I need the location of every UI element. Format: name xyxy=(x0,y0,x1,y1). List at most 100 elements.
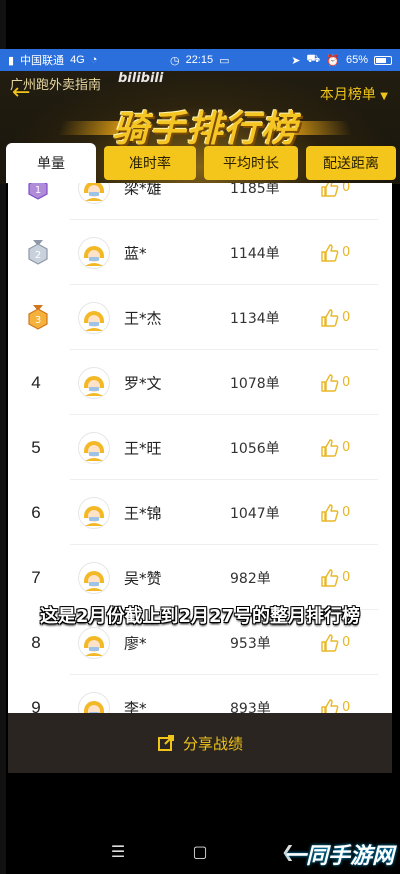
rank-number: 7 xyxy=(31,567,41,587)
notification-icon: ▭ xyxy=(219,54,230,67)
home-icon[interactable]: ▢ xyxy=(188,842,212,861)
like-button[interactable]: 0 xyxy=(320,438,350,458)
rank-number: 9 xyxy=(31,697,41,714)
wifi-icon: ◔ xyxy=(90,54,98,66)
table-row: 6 王*锦 1047单 0 xyxy=(8,480,392,545)
rider-name: 吴*赞 xyxy=(124,569,162,587)
like-button[interactable]: 0 xyxy=(320,308,350,328)
dropdown-caret-icon: ▼ xyxy=(380,91,388,102)
carrier-label: 中国联通 xyxy=(20,55,65,67)
like-count: 0 xyxy=(342,183,351,195)
order-count: 982单 xyxy=(230,570,271,587)
order-count: 1144单 xyxy=(230,245,280,262)
like-button[interactable]: 0 xyxy=(320,183,350,198)
medal-rank-number: 3 xyxy=(35,315,41,326)
tab-label: 准时率 xyxy=(129,156,171,172)
table-row: 1 梁*雄 1185单 0 xyxy=(8,183,392,220)
thumbs-up-icon xyxy=(321,308,339,327)
order-count: 893单 xyxy=(230,700,271,714)
like-count: 0 xyxy=(342,375,351,390)
thumbs-up-icon xyxy=(321,373,339,392)
tab-average-duration[interactable]: 平均时长 xyxy=(204,146,298,180)
like-button[interactable]: 0 xyxy=(320,243,350,263)
leaderboard-list[interactable]: 1 梁*雄 1185单 0 2 蓝* 1144单 0 3 王*杰 1134单 0 4 罗*文 1078单 0 5… xyxy=(8,183,392,713)
table-row: 5 王*旺 1056单 0 xyxy=(8,415,392,480)
order-count: 1056单 xyxy=(230,440,280,457)
thumbs-up-icon xyxy=(321,183,339,197)
rank-number: 4 xyxy=(31,372,41,392)
order-count: 1134单 xyxy=(230,310,280,327)
table-row: 4 罗*文 1078单 0 xyxy=(8,350,392,415)
rider-name: 王*锦 xyxy=(124,504,162,522)
rider-avatar xyxy=(78,431,110,464)
status-bar: ▮ 中国联通 4G ◔ ◷ 22:15 ▭ ➤ ⛟ ⏰ 65% xyxy=(0,49,400,71)
like-count: 0 xyxy=(342,700,351,713)
rank-number: 6 xyxy=(31,502,41,522)
rider-name: 王*杰 xyxy=(124,309,162,327)
clock-icon: ◷ xyxy=(170,54,180,67)
signal-icon: ▮ xyxy=(8,54,15,67)
like-count: 0 xyxy=(342,310,351,325)
rider-name: 廖* xyxy=(124,634,147,652)
rider-name: 罗*文 xyxy=(124,374,162,392)
rider-avatar xyxy=(78,301,110,334)
rider-name: 王*旺 xyxy=(124,439,162,457)
ranking-tabs: 单量 准时率 平均时长 配送距离 xyxy=(6,143,396,183)
thumbs-up-icon xyxy=(321,243,339,262)
order-count: 1078单 xyxy=(230,375,280,392)
bilibili-watermark-logo: bilibili xyxy=(118,71,164,86)
rider-name: 梁*雄 xyxy=(124,183,162,197)
table-row: 2 蓝* 1144单 0 xyxy=(8,220,392,285)
rider-avatar xyxy=(78,183,110,204)
tab-label: 平均时长 xyxy=(223,156,279,172)
location-icon: ➤ xyxy=(291,54,301,67)
table-row: 7 吴*赞 982单 0 xyxy=(8,545,392,610)
table-row: 3 王*杰 1134单 0 xyxy=(8,285,392,350)
order-count: 1047单 xyxy=(230,505,280,522)
like-button[interactable]: 0 xyxy=(320,503,350,523)
rank-number: 8 xyxy=(31,632,41,652)
rider-avatar xyxy=(78,236,110,269)
alarm-icon: ⏰ xyxy=(326,54,340,67)
tab-label: 配送距离 xyxy=(323,156,379,172)
like-count: 0 xyxy=(342,440,351,455)
tab-on-time-rate[interactable]: 准时率 xyxy=(104,146,196,180)
rank-medal-icon: 3 xyxy=(27,304,49,331)
thumbs-up-icon xyxy=(321,503,339,522)
order-count: 1185单 xyxy=(230,183,280,197)
like-button[interactable]: 0 xyxy=(320,568,350,588)
car-icon: ⛟ xyxy=(306,53,321,65)
like-button[interactable]: 0 xyxy=(320,698,351,713)
rider-avatar xyxy=(78,561,110,594)
tab-label: 单量 xyxy=(37,156,65,172)
like-count: 0 xyxy=(342,245,351,260)
share-button[interactable]: 分享战绩 xyxy=(8,713,392,773)
rider-name: 李* xyxy=(124,699,147,713)
share-label: 分享战绩 xyxy=(182,734,243,753)
back-arrow-icon[interactable]: ← xyxy=(12,82,36,104)
rank-medal-icon: 2 xyxy=(27,239,49,266)
time-label: 22:15 xyxy=(185,54,214,66)
like-button[interactable]: 0 xyxy=(320,633,350,653)
like-button[interactable]: 0 xyxy=(320,373,350,393)
tab-orders[interactable]: 单量 xyxy=(6,143,96,183)
thumbs-up-icon xyxy=(321,568,339,587)
share-icon xyxy=(157,735,174,751)
rider-name: 蓝* xyxy=(124,244,147,262)
corner-watermark: 一同手游网 xyxy=(283,844,394,869)
rider-avatar xyxy=(78,626,110,659)
rider-avatar xyxy=(78,366,110,399)
thumbs-up-icon xyxy=(321,438,339,457)
rider-avatar xyxy=(78,496,110,529)
rank-number: 5 xyxy=(31,437,41,457)
network-label: 4G xyxy=(70,54,85,66)
like-count: 0 xyxy=(342,570,351,585)
like-count: 0 xyxy=(342,635,351,650)
order-count: 953单 xyxy=(230,635,271,652)
rank-medal-icon: 1 xyxy=(27,183,49,201)
thumbs-up-icon xyxy=(321,698,339,713)
tab-delivery-distance[interactable]: 配送距离 xyxy=(306,146,396,180)
screen: ▮ 中国联通 4G ◔ ◷ 22:15 ▭ ➤ ⛟ ⏰ 65% 广州跑外卖指南 … xyxy=(0,0,400,874)
recents-icon[interactable]: ☰ xyxy=(106,842,130,861)
medal-rank-number: 2 xyxy=(35,250,41,261)
